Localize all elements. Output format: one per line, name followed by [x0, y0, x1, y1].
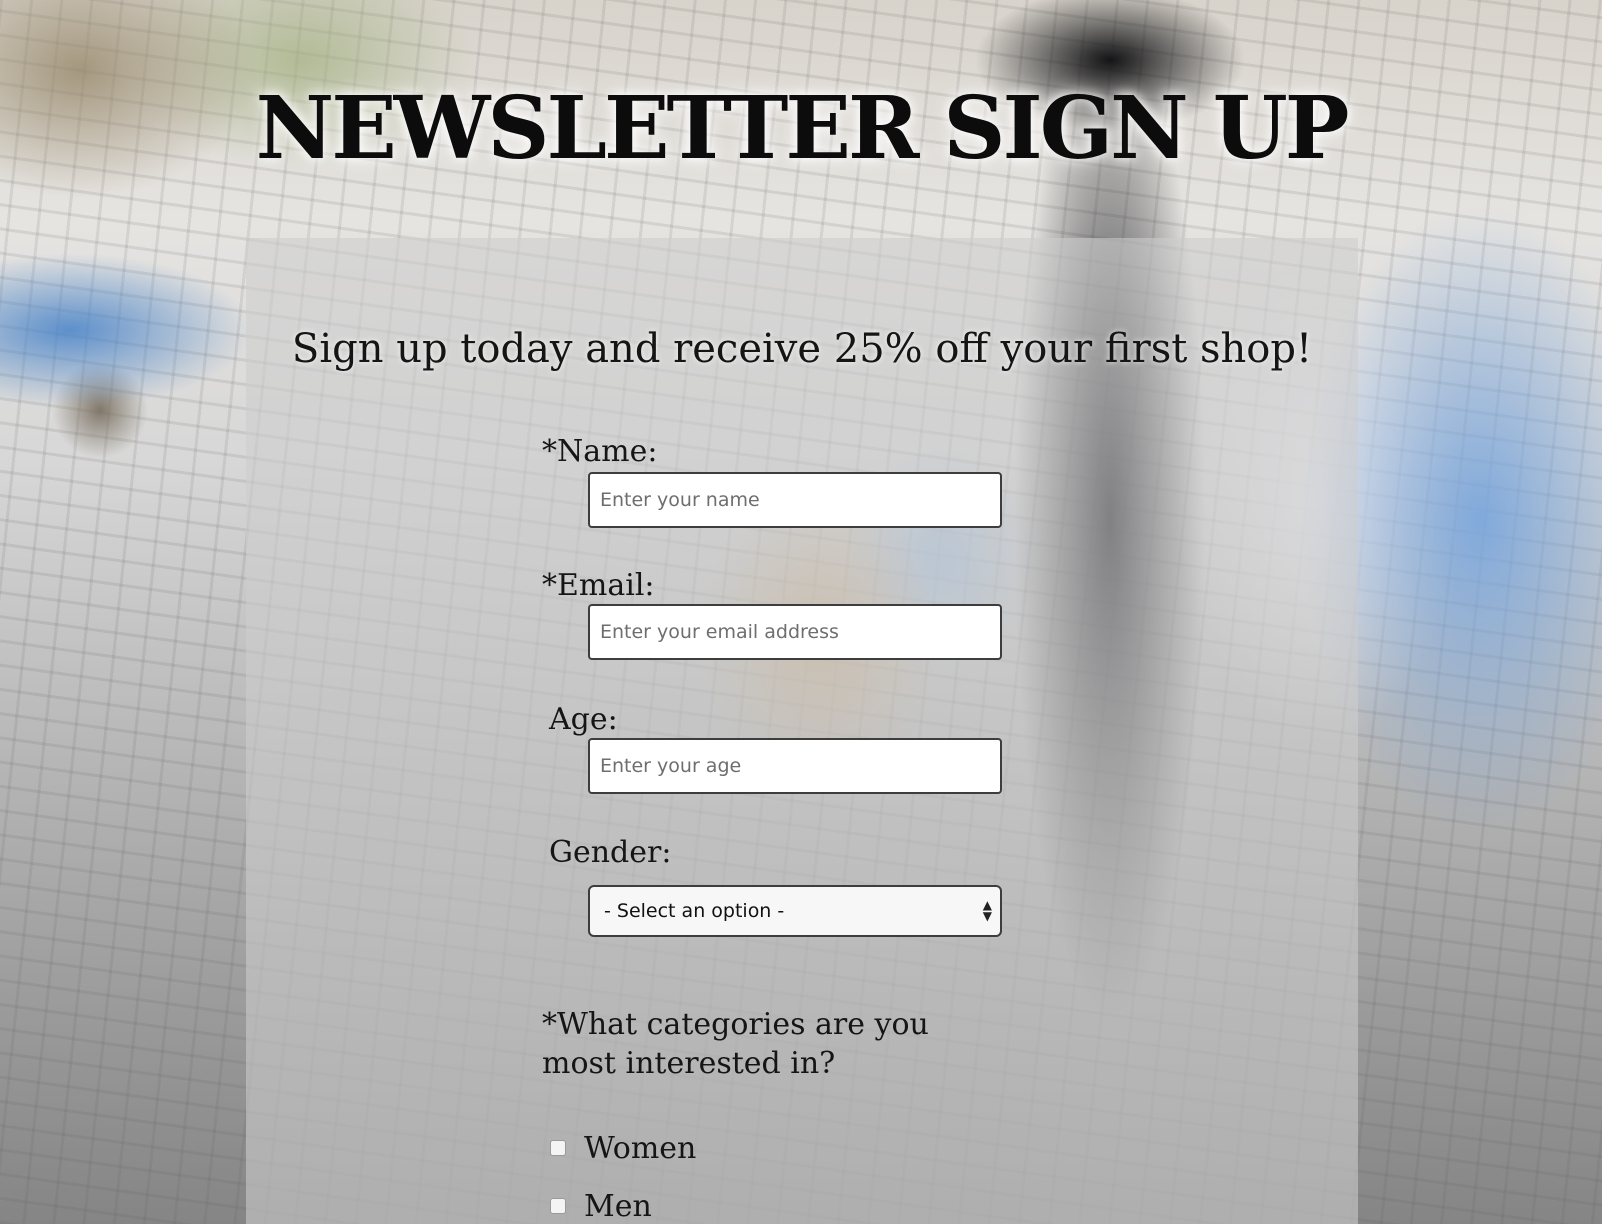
- age-input[interactable]: [588, 738, 1002, 794]
- women-label: Women: [584, 1130, 697, 1166]
- gender-label: Gender:: [549, 835, 672, 870]
- categories-question: *What categories are you most interested…: [542, 1007, 929, 1081]
- category-option-women[interactable]: Women: [550, 1130, 696, 1166]
- category-option-men[interactable]: Men: [550, 1188, 652, 1224]
- page: { "header": { "title": "NEWSLETTER SIGN …: [0, 0, 1602, 1224]
- gender-select[interactable]: - Select an option - ▲ ▼: [588, 885, 1002, 937]
- gender-select-value: - Select an option -: [604, 900, 785, 922]
- email-label: *Email:: [542, 568, 655, 603]
- age-label: Age:: [549, 702, 618, 737]
- select-arrows-icon: ▲ ▼: [982, 898, 992, 923]
- name-label: *Name:: [542, 434, 658, 469]
- email-input[interactable]: [588, 604, 1002, 660]
- form-subtitle: Sign up today and receive 25% off your f…: [291, 326, 1313, 372]
- signup-form-panel: Sign up today and receive 25% off your f…: [246, 238, 1358, 1224]
- men-checkbox[interactable]: [550, 1198, 566, 1214]
- page-title: NEWSLETTER SIGN UP: [255, 78, 1350, 179]
- men-label: Men: [584, 1188, 652, 1224]
- name-input[interactable]: [588, 472, 1002, 528]
- women-checkbox[interactable]: [550, 1140, 566, 1156]
